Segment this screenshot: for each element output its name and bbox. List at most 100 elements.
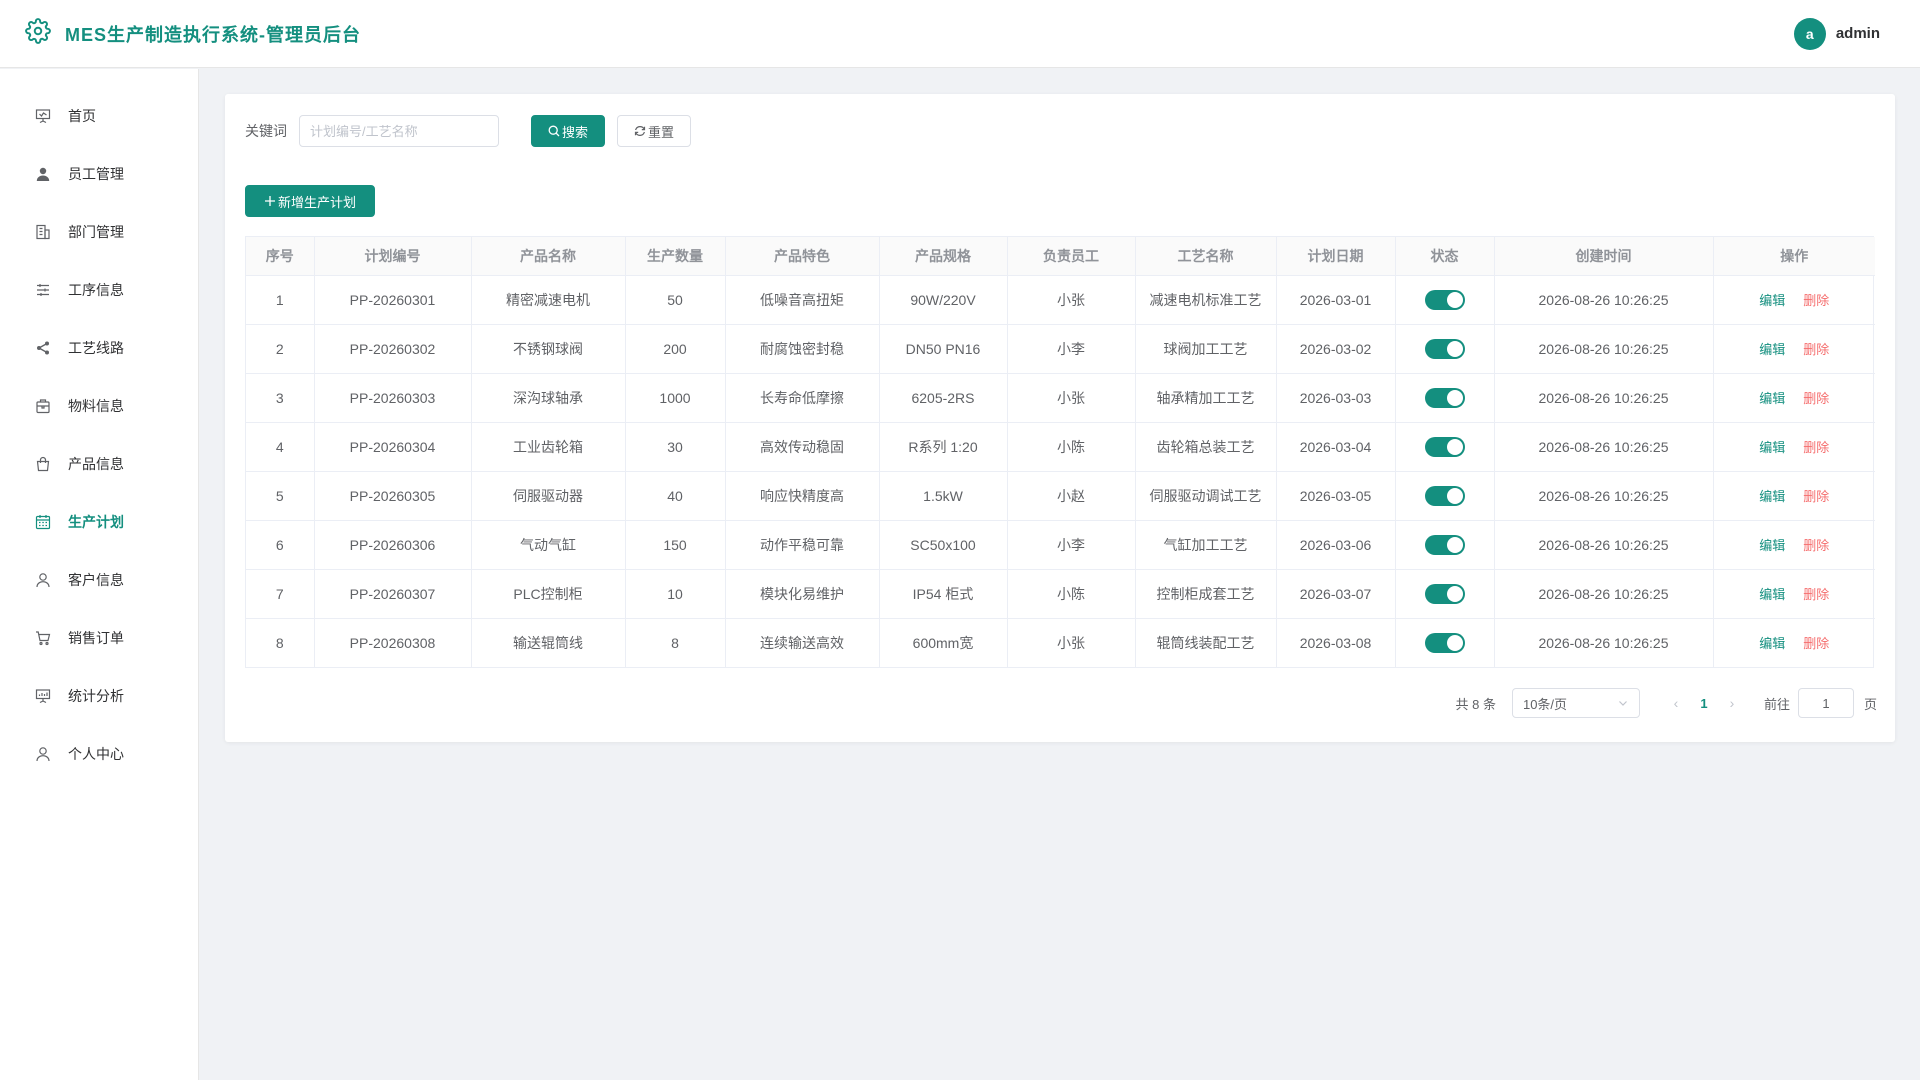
search-icon bbox=[548, 125, 560, 137]
user-menu[interactable]: a admin bbox=[1793, 17, 1880, 50]
edit-button[interactable]: 编辑 bbox=[1759, 440, 1785, 455]
page-number-current[interactable]: 1 bbox=[1688, 696, 1720, 711]
status-toggle[interactable] bbox=[1424, 583, 1465, 604]
search-input[interactable] bbox=[299, 115, 499, 147]
table-cell: 30 bbox=[625, 422, 726, 472]
table-cell: 气缸加工工艺 bbox=[1135, 520, 1277, 570]
status-toggle[interactable] bbox=[1424, 436, 1465, 457]
page-size-value: 10条/页 bbox=[1522, 696, 1568, 712]
sidebar-item-label: 首页 bbox=[68, 108, 96, 124]
table-row: 3 PP-20260303 深沟球轴承 1000 长寿命低摩擦 6205-2RS 小张 轴承精… bbox=[246, 373, 1875, 423]
sidebar-item-processes[interactable]: 工序信息 bbox=[0, 261, 198, 319]
table-cell: 600mm宽 bbox=[879, 618, 1008, 667]
column-header: 负责员工 bbox=[1007, 237, 1136, 276]
table-cell: 2026-08-26 10:26:25 bbox=[1494, 422, 1714, 472]
sliders-icon bbox=[34, 281, 52, 299]
status-toggle[interactable] bbox=[1424, 534, 1465, 555]
delete-button[interactable]: 删除 bbox=[1803, 440, 1829, 455]
sidebar-item-statistics[interactable]: 统计分析 bbox=[0, 667, 198, 725]
table-cell: 2026-08-26 10:26:25 bbox=[1494, 520, 1714, 570]
table-cell: 小李 bbox=[1007, 520, 1136, 570]
sidebar-item-production-plan[interactable]: 生产计划 bbox=[0, 493, 198, 551]
next-page-button[interactable]: › bbox=[1720, 695, 1744, 711]
table-cell: 2 bbox=[246, 324, 315, 374]
user-icon bbox=[34, 745, 52, 763]
edit-button[interactable]: 编辑 bbox=[1759, 489, 1785, 504]
search-button[interactable]: 搜索 bbox=[531, 115, 605, 147]
status-toggle[interactable] bbox=[1424, 338, 1465, 359]
table-cell: 200 bbox=[625, 324, 726, 374]
status-toggle[interactable] bbox=[1424, 387, 1465, 408]
table-cell: 8 bbox=[246, 618, 315, 667]
table-cell: 深沟球轴承 bbox=[471, 373, 626, 423]
goto-page-input[interactable] bbox=[1797, 688, 1854, 718]
delete-button[interactable]: 删除 bbox=[1803, 587, 1829, 602]
status-toggle[interactable] bbox=[1424, 632, 1465, 653]
edit-button[interactable]: 编辑 bbox=[1759, 538, 1785, 553]
actions-cell: 编辑 删除 bbox=[1713, 471, 1875, 521]
sidebar-item-materials[interactable]: 物料信息 bbox=[0, 377, 198, 435]
delete-button[interactable]: 删除 bbox=[1803, 636, 1829, 651]
delete-button[interactable]: 删除 bbox=[1803, 293, 1829, 308]
sidebar-item-label: 员工管理 bbox=[68, 166, 124, 182]
table-cell: 10 bbox=[625, 569, 726, 619]
edit-button[interactable]: 编辑 bbox=[1759, 293, 1785, 308]
status-toggle[interactable] bbox=[1424, 485, 1465, 506]
sidebar-item-label: 物料信息 bbox=[68, 398, 124, 414]
status-cell bbox=[1395, 275, 1495, 325]
delete-button[interactable]: 删除 bbox=[1803, 342, 1829, 357]
table-cell: 伺服驱动调试工艺 bbox=[1135, 471, 1277, 521]
sidebar-item-sales-orders[interactable]: 销售订单 bbox=[0, 609, 198, 667]
column-header: 计划日期 bbox=[1276, 237, 1396, 276]
reset-button[interactable]: 重置 bbox=[617, 115, 691, 147]
table-cell: 伺服驱动器 bbox=[471, 471, 626, 521]
table-cell: 辊筒线装配工艺 bbox=[1135, 618, 1277, 667]
table-cell: 5 bbox=[246, 471, 315, 521]
edit-button[interactable]: 编辑 bbox=[1759, 342, 1785, 357]
page-size-select[interactable]: 10条/页 bbox=[1511, 688, 1640, 718]
table-cell: 小张 bbox=[1007, 275, 1136, 325]
edit-button[interactable]: 编辑 bbox=[1759, 391, 1785, 406]
column-header: 工艺名称 bbox=[1135, 237, 1277, 276]
table-cell: 2026-03-06 bbox=[1276, 520, 1396, 570]
sidebar-item-departments[interactable]: 部门管理 bbox=[0, 203, 198, 261]
edit-button[interactable]: 编辑 bbox=[1759, 636, 1785, 651]
sidebar-item-products[interactable]: 产品信息 bbox=[0, 435, 198, 493]
column-header: 计划编号 bbox=[314, 237, 472, 276]
table-cell: 2026-08-26 10:26:25 bbox=[1494, 275, 1714, 325]
sidebar-item-home[interactable]: 首页 bbox=[0, 87, 198, 145]
sidebar-item-customers[interactable]: 客户信息 bbox=[0, 551, 198, 609]
delete-button[interactable]: 删除 bbox=[1803, 391, 1829, 406]
prev-page-button[interactable]: ‹ bbox=[1664, 695, 1688, 711]
table-cell: 8 bbox=[625, 618, 726, 667]
status-toggle[interactable] bbox=[1424, 289, 1465, 310]
table-cell: 40 bbox=[625, 471, 726, 521]
sidebar-item-profile[interactable]: 个人中心 bbox=[0, 725, 198, 783]
content-card: 关键词 搜索 重置 新增生产计划 序号 计划编号 产品名称 bbox=[225, 94, 1895, 742]
table-cell: 4 bbox=[246, 422, 315, 472]
table-cell: 小李 bbox=[1007, 324, 1136, 374]
avatar[interactable]: a bbox=[1793, 17, 1826, 50]
sidebar-item-employees[interactable]: 员工管理 bbox=[0, 145, 198, 203]
edit-button[interactable]: 编辑 bbox=[1759, 587, 1785, 602]
table-cell: 小张 bbox=[1007, 373, 1136, 423]
delete-button[interactable]: 删除 bbox=[1803, 538, 1829, 553]
table-cell: 模块化易维护 bbox=[725, 569, 880, 619]
table-cell: 耐腐蚀密封稳 bbox=[725, 324, 880, 374]
search-button-label: 搜索 bbox=[561, 124, 588, 140]
add-production-plan-button[interactable]: 新增生产计划 bbox=[245, 185, 375, 217]
goto-label: 前往 bbox=[1763, 696, 1790, 712]
column-header: 操作 bbox=[1713, 237, 1875, 276]
delete-button[interactable]: 删除 bbox=[1803, 489, 1829, 504]
username[interactable]: admin bbox=[1836, 25, 1880, 42]
sidebar-item-routes[interactable]: 工艺线路 bbox=[0, 319, 198, 377]
table-cell: 150 bbox=[625, 520, 726, 570]
share-icon bbox=[34, 339, 52, 357]
sidebar-item-label: 产品信息 bbox=[68, 456, 124, 472]
table-cell: 3 bbox=[246, 373, 315, 423]
actions-cell: 编辑 删除 bbox=[1713, 275, 1875, 325]
status-cell bbox=[1395, 324, 1495, 374]
table-cell: 2026-08-26 10:26:25 bbox=[1494, 471, 1714, 521]
table-cell: 精密减速电机 bbox=[471, 275, 626, 325]
table-cell: 小陈 bbox=[1007, 569, 1136, 619]
